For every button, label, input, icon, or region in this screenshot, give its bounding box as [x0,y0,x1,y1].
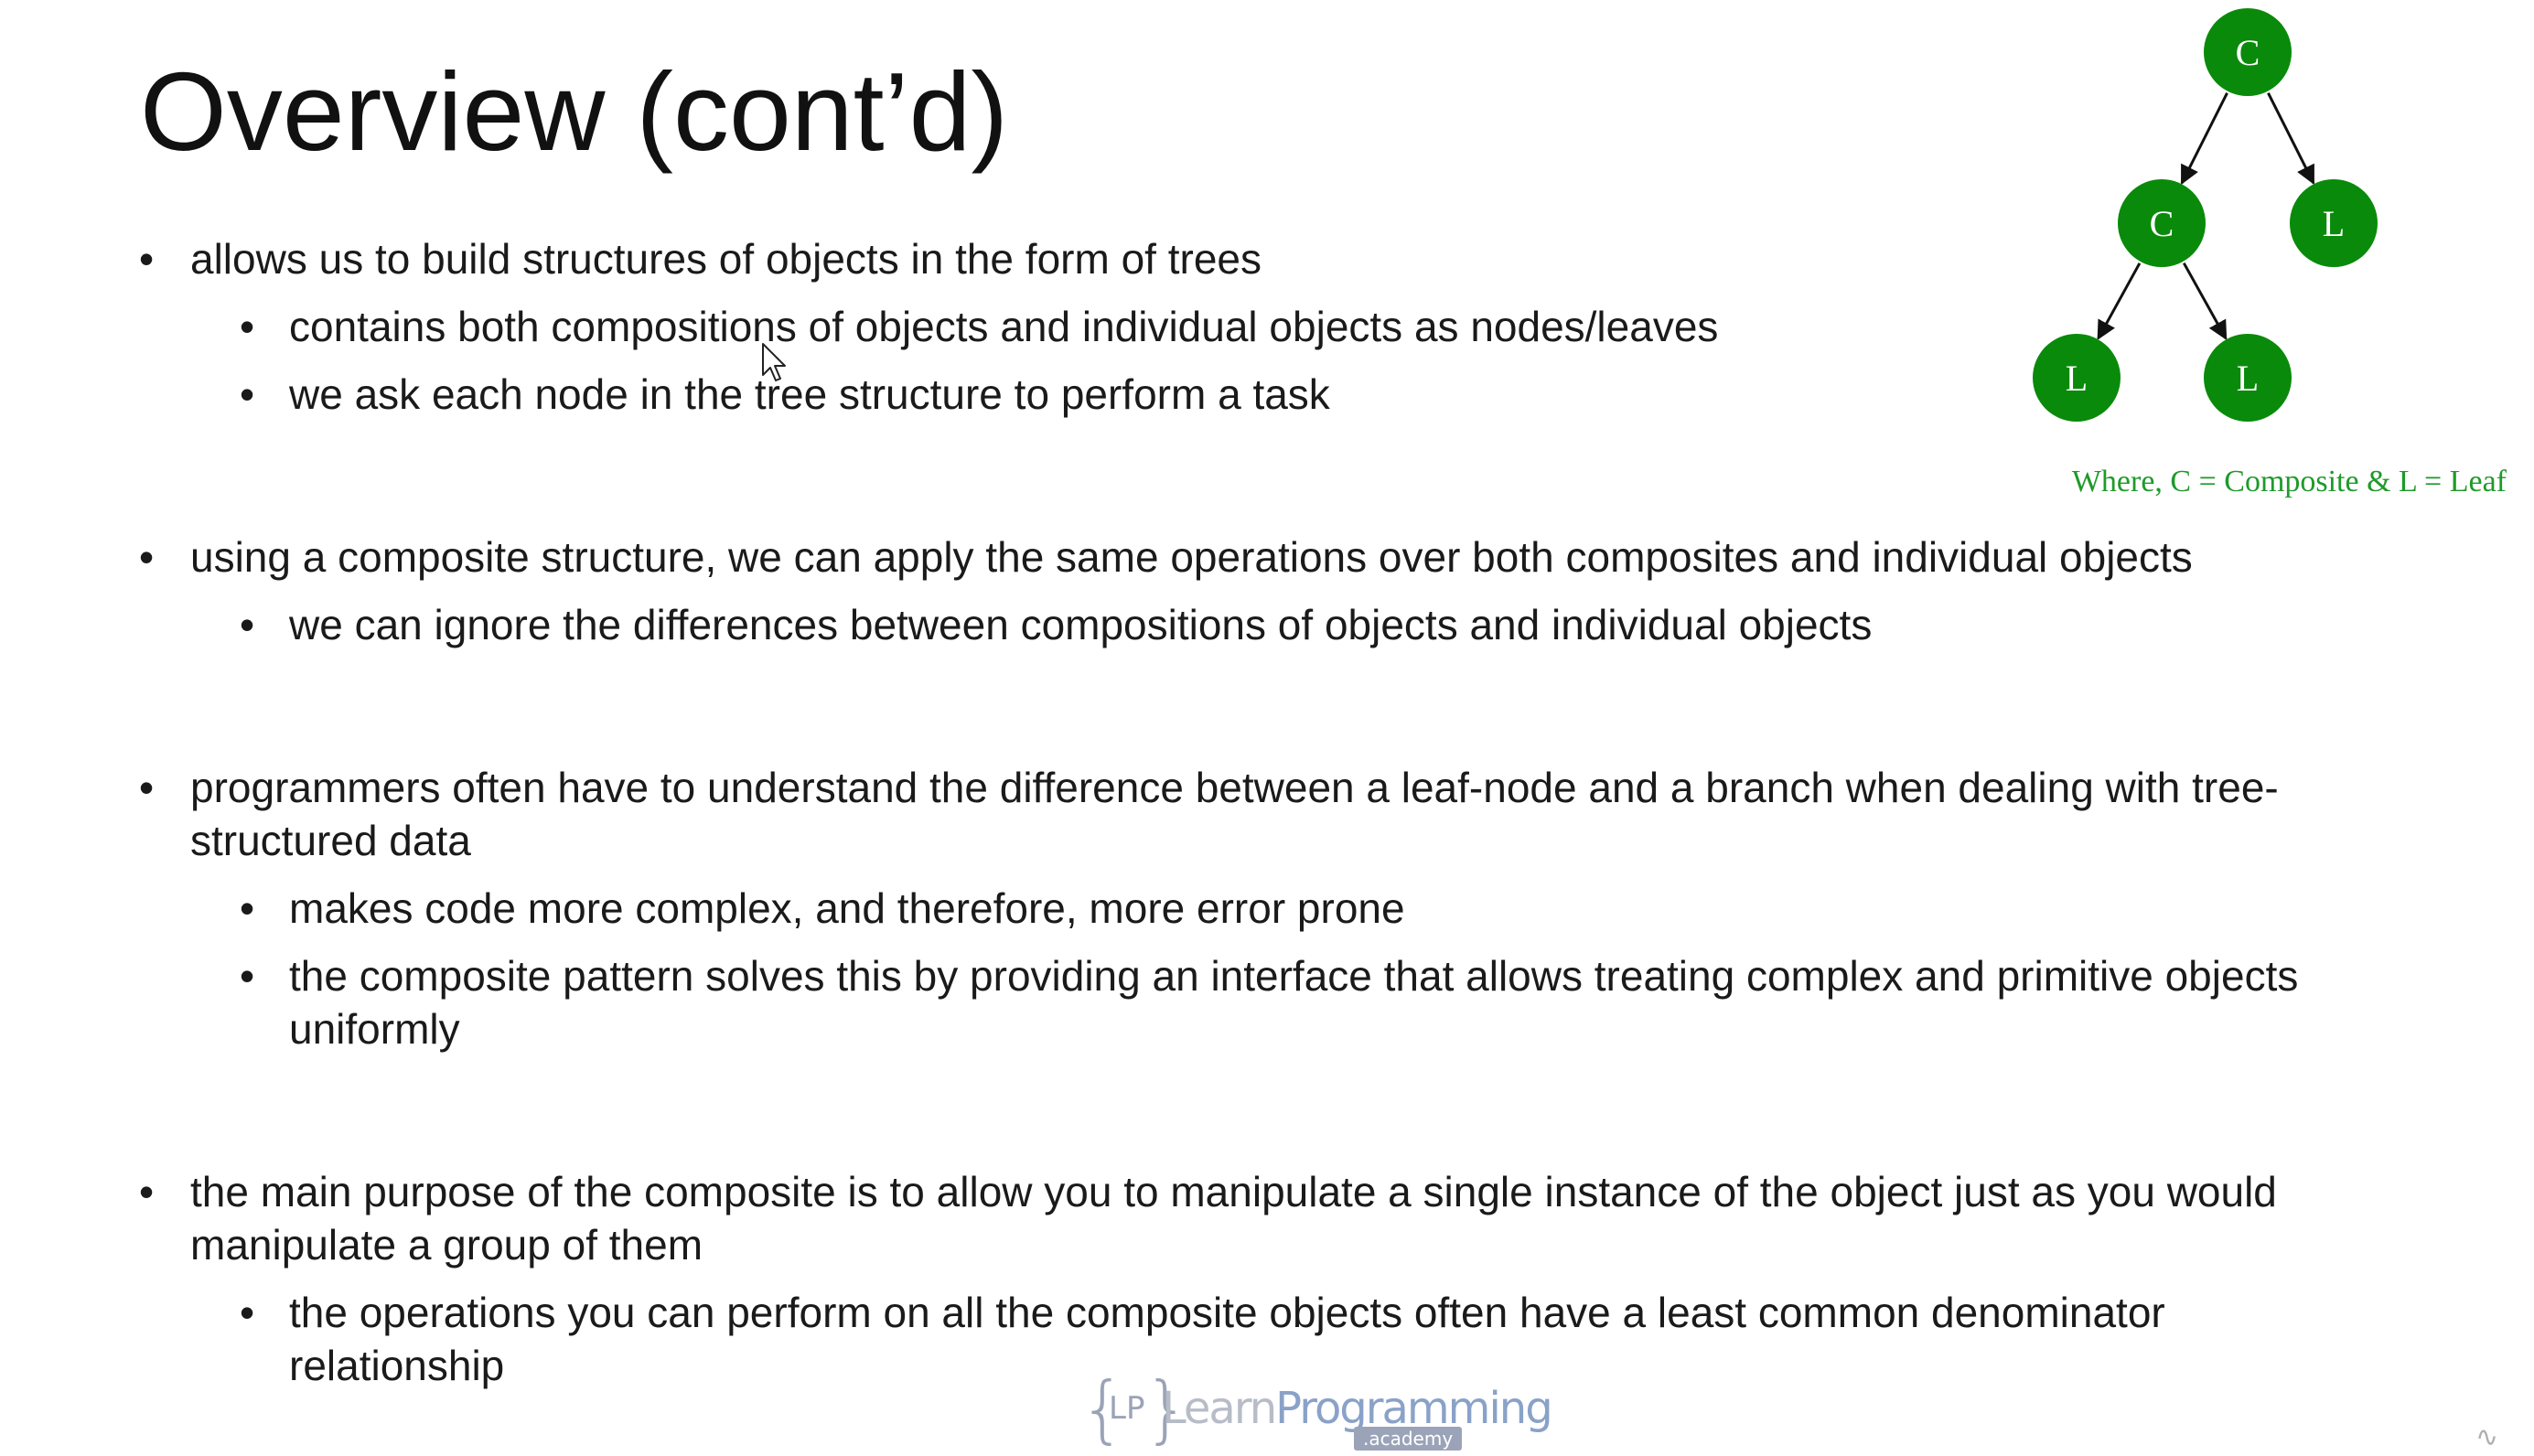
tree-node-right: L [2290,179,2378,267]
bullet-dot: • [139,533,155,581]
bullet-dot: • [139,235,155,283]
bullet-item: programmers often have to understand the… [190,764,2279,864]
tree-edge-arrow [2267,91,2315,186]
sub-bullet-item: we can ignore the differences between co… [289,601,1873,648]
tree-node-mid: C [2118,179,2206,267]
tree-edge-arrow [2097,262,2142,340]
composite-tree-diagram: C C L L L [2033,8,2378,422]
sub-bullet-item: makes code more complex, and therefore, … [289,884,1405,932]
sub-bullet-dot: • [240,370,255,418]
tree-node-label: C [2150,203,2174,244]
bullet-dot: • [139,1168,155,1215]
tree-edge-arrow [2180,91,2228,186]
learnprogramming-logo: { LP } LearnProgramming .academy [1079,1366,1553,1451]
tree-node-label: C [2236,32,2260,73]
sub-bullet-item: the composite pattern solves this by pro… [289,952,2299,1053]
sub-bullet-dot: • [240,952,255,1000]
diagram-caption: Where, C = Composite & L = Leaf [2071,465,2507,498]
tree-node-ll: L [2033,334,2121,422]
tree-node-label: L [2237,358,2259,399]
sub-bullet-dot: • [240,601,255,648]
logo-badge: .academy [1354,1427,1463,1451]
watermark-corner-icon: ∿ [2475,1421,2499,1453]
tree-node-root: C [2204,8,2292,96]
mouse-pointer-icon [762,343,786,381]
bullet-item: the main purpose of the composite is to … [190,1168,2277,1269]
tree-node-lr: L [2204,334,2292,422]
sub-bullet-dot: • [240,303,255,350]
bullet-item: using a composite structure, we can appl… [190,533,2193,581]
logo-word-learn: Learn [1162,1383,1277,1434]
sub-bullet-dot: • [240,1289,255,1336]
logo-initials: LP [1109,1390,1145,1427]
tree-edge-arrow [2182,262,2228,341]
tree-node-label: L [2066,358,2088,399]
bullet-dot: • [139,764,155,811]
tree-node-label: L [2323,203,2345,244]
sub-bullet-dot: • [240,884,255,932]
slide: Overview (cont’d) • allows us to build s… [0,0,2534,1456]
